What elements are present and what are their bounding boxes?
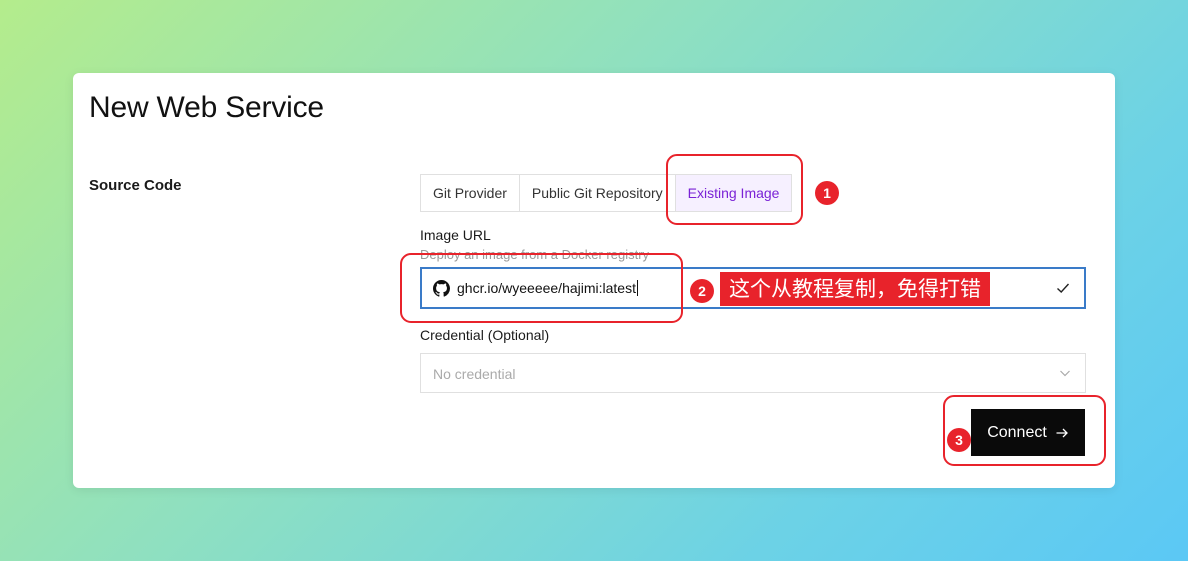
annotation-box-1 [666, 154, 803, 225]
tab-git-provider[interactable]: Git Provider [421, 175, 520, 211]
image-url-label: Image URL [420, 227, 491, 243]
tab-public-git-repository[interactable]: Public Git Repository [520, 175, 676, 211]
annotation-box-2 [400, 253, 683, 323]
credential-select[interactable]: No credential [420, 353, 1086, 393]
annotation-badge-2: 2 [690, 279, 714, 303]
chevron-down-icon [1060, 370, 1070, 377]
annotation-note: 这个从教程复制，免得打错 [720, 272, 990, 306]
check-icon [1057, 283, 1070, 293]
annotation-badge-3: 3 [947, 428, 971, 452]
annotation-badge-1: 1 [815, 181, 839, 205]
credential-selected-value: No credential [433, 366, 516, 382]
credential-label: Credential (Optional) [420, 327, 550, 343]
page-title: New Web Service [89, 91, 324, 124]
section-label-source-code: Source Code [89, 177, 182, 194]
